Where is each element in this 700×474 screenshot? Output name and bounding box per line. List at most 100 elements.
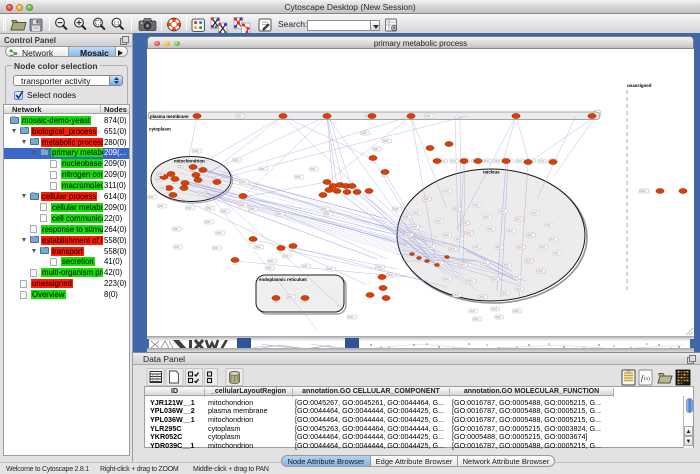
- svg-text:endoplasmic reticulum: endoplasmic reticulum: [259, 277, 307, 282]
- svg-text:####: ####: [514, 310, 520, 313]
- svg-text:#####: #####: [278, 252, 285, 254]
- svg-text:####: ####: [158, 205, 164, 208]
- svg-text:####: ####: [283, 255, 289, 258]
- svg-text:####: ####: [259, 168, 265, 171]
- svg-text:####: ####: [221, 210, 227, 213]
- svg-text:nucleus: nucleus: [483, 170, 500, 175]
- svg-text:####: ####: [361, 132, 367, 135]
- svg-text:####: ####: [295, 176, 301, 179]
- svg-text:####: ####: [554, 252, 560, 255]
- svg-text:####: ####: [240, 181, 246, 184]
- svg-text:####: ####: [474, 318, 480, 321]
- svg-text:#####: #####: [370, 162, 377, 164]
- svg-text:####: ####: [193, 150, 199, 153]
- svg-text:####: ####: [186, 207, 192, 210]
- svg-text:####: ####: [482, 262, 488, 265]
- svg-text:####: ####: [514, 276, 520, 279]
- svg-text:#####: #####: [172, 183, 179, 185]
- svg-text:#####: #####: [170, 199, 177, 201]
- svg-text:####: ####: [444, 190, 450, 193]
- svg-text:#####: #####: [232, 264, 239, 266]
- svg-text:####: ####: [502, 292, 508, 295]
- svg-text:####: ####: [450, 248, 456, 251]
- svg-text:####: ####: [470, 310, 476, 313]
- svg-text:####: ####: [173, 228, 179, 231]
- svg-text:####: ####: [640, 190, 646, 193]
- svg-text:####: ####: [206, 207, 212, 210]
- svg-text:####: ####: [213, 247, 219, 250]
- svg-text:#####: #####: [250, 243, 257, 245]
- svg-text:####: ####: [348, 316, 354, 319]
- svg-text:#####: #####: [290, 250, 297, 252]
- svg-text:####: ####: [414, 212, 420, 215]
- svg-text:####: ####: [496, 316, 502, 319]
- svg-text:####: ####: [444, 278, 450, 281]
- svg-text:####: ####: [484, 216, 490, 219]
- svg-text:####: ####: [518, 246, 524, 249]
- svg-text:#####: #####: [367, 299, 374, 301]
- svg-text:####: ####: [159, 187, 165, 190]
- svg-text:####: ####: [174, 246, 180, 249]
- svg-text:#####: #####: [273, 302, 280, 304]
- svg-text:####: ####: [538, 270, 544, 273]
- svg-text:(x): (x): [644, 377, 650, 382]
- svg-text:####: ####: [474, 204, 480, 207]
- svg-text:####: ####: [504, 264, 510, 267]
- svg-text:####: ####: [468, 280, 474, 283]
- svg-text:####: ####: [496, 246, 502, 249]
- svg-text:####: ####: [539, 160, 545, 163]
- svg-text:####: ####: [321, 208, 327, 211]
- svg-text:#####: #####: [240, 200, 247, 202]
- svg-text:#####: #####: [302, 302, 309, 304]
- svg-text:####: ####: [480, 296, 486, 299]
- svg-text:#####: #####: [383, 302, 390, 304]
- svg-text:####: ####: [532, 212, 538, 215]
- svg-text:#####: #####: [380, 292, 387, 294]
- svg-text:####: ####: [528, 234, 534, 237]
- svg-text:####: ####: [454, 208, 460, 211]
- svg-text:####: ####: [495, 160, 501, 163]
- svg-text:####: ####: [474, 246, 480, 249]
- svg-text:####: ####: [148, 196, 154, 199]
- svg-text:####: ####: [484, 160, 490, 163]
- svg-text:####: ####: [550, 238, 556, 241]
- svg-text:####: ####: [324, 213, 330, 216]
- svg-text:####: ####: [436, 220, 442, 223]
- svg-text:####: ####: [216, 232, 222, 235]
- svg-text:#####: #####: [379, 281, 386, 283]
- svg-text:####: ####: [310, 168, 316, 171]
- svg-text:####: ####: [460, 264, 466, 267]
- svg-text:####: ####: [540, 246, 546, 249]
- svg-text:####: ####: [249, 208, 255, 211]
- svg-text:####: ####: [492, 308, 498, 311]
- svg-text:####: ####: [516, 288, 522, 291]
- svg-text:####: ####: [488, 228, 494, 231]
- svg-text:mitochondrion: mitochondrion: [174, 159, 205, 164]
- svg-text:####: ####: [255, 246, 261, 249]
- svg-text:####: ####: [388, 274, 394, 277]
- svg-text:plasma membrane: plasma membrane: [150, 114, 189, 119]
- svg-text:####: ####: [546, 224, 552, 227]
- svg-text:####: ####: [205, 221, 211, 224]
- svg-text:####: ####: [393, 208, 399, 211]
- svg-text:####: ####: [406, 234, 412, 237]
- svg-text:####: ####: [424, 198, 430, 201]
- svg-text:####: ####: [466, 232, 472, 235]
- svg-text:####: ####: [268, 260, 274, 263]
- svg-text:unassigned: unassigned: [627, 83, 652, 88]
- svg-text:####: ####: [236, 115, 242, 118]
- svg-text:####: ####: [451, 160, 457, 163]
- svg-text:####: ####: [500, 210, 506, 213]
- svg-text:####: ####: [403, 216, 409, 219]
- svg-text:####: ####: [383, 140, 389, 143]
- svg-text:####: ####: [462, 222, 468, 225]
- svg-text:####: ####: [425, 115, 431, 118]
- svg-text:####: ####: [517, 160, 523, 163]
- svg-text:####: ####: [508, 230, 514, 233]
- svg-text:####: ####: [177, 165, 183, 168]
- svg-text:####: ####: [233, 159, 239, 162]
- svg-text:####: ####: [412, 226, 418, 229]
- svg-text:####: ####: [276, 213, 282, 216]
- svg-text:####: ####: [454, 294, 460, 297]
- svg-text:####: ####: [516, 218, 522, 221]
